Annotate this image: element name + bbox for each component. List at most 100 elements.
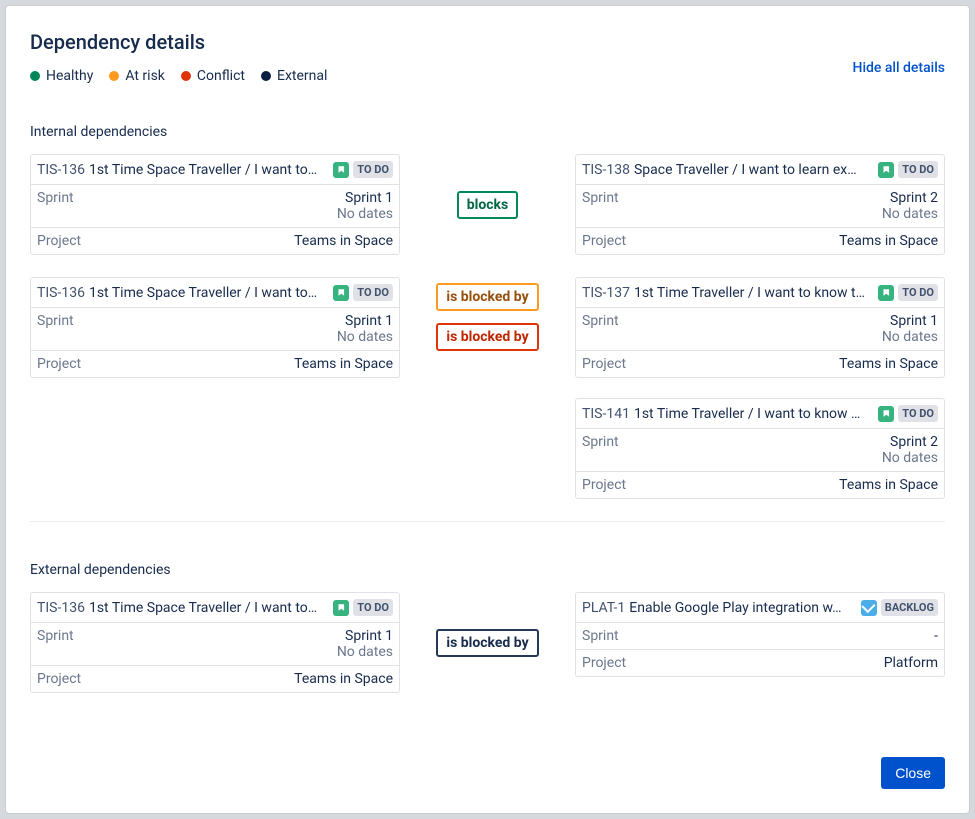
sprint-row: Sprint Sprint 2 No dates xyxy=(576,185,944,228)
task-icon xyxy=(861,600,877,616)
issue-card-left[interactable]: TIS-136 1st Time Space Traveller / I wan… xyxy=(30,154,400,255)
project-row: Project Teams in Space xyxy=(576,472,944,498)
connector: is blocked by xyxy=(400,277,575,317)
right-column: PLAT-1 Enable Google Play integration w…… xyxy=(575,592,945,677)
issue-key[interactable]: PLAT-1 xyxy=(582,600,625,616)
sprint-value: Sprint 1 No dates xyxy=(882,313,938,345)
project-value: Teams in Space xyxy=(839,233,938,249)
dot-healthy-icon xyxy=(30,71,40,81)
connector-column: is blocked by is blocked by xyxy=(400,277,575,357)
sprint-dates: No dates xyxy=(882,450,938,466)
issue-title: Space Traveller / I want to learn ex… xyxy=(634,162,874,178)
issue-card-right[interactable]: TIS-138 Space Traveller / I want to lear… xyxy=(575,154,945,255)
status-lozenge: TO DO xyxy=(898,284,938,301)
card-header: PLAT-1 Enable Google Play integration w…… xyxy=(576,593,944,623)
sprint-value: Sprint 2 No dates xyxy=(882,434,938,466)
issue-title: 1st Time Space Traveller / I want to… xyxy=(89,162,329,178)
card-header: TIS-141 1st Time Traveller / I want to k… xyxy=(576,399,944,429)
issue-card-right[interactable]: TIS-141 1st Time Traveller / I want to k… xyxy=(575,398,945,499)
project-row: Project Teams in Space xyxy=(576,351,944,377)
issue-card-left[interactable]: TIS-136 1st Time Space Traveller / I wan… xyxy=(30,277,400,378)
story-icon xyxy=(333,162,349,178)
issue-card-right[interactable]: PLAT-1 Enable Google Play integration w…… xyxy=(575,592,945,677)
project-label: Project xyxy=(582,477,626,493)
legend: Healthy At risk Conflict External xyxy=(30,68,327,84)
project-row: Project Platform xyxy=(576,650,944,676)
legend-conflict: Conflict xyxy=(181,68,245,84)
connector: blocks xyxy=(400,185,575,225)
sprint-label: Sprint xyxy=(582,313,619,345)
sprint-row: Sprint Sprint 2 No dates xyxy=(576,429,944,472)
story-icon xyxy=(878,406,894,422)
sprint-label: Sprint xyxy=(582,190,619,222)
dot-conflict-icon xyxy=(181,71,191,81)
external-section-title: External dependencies xyxy=(30,562,945,578)
project-value: Teams in Space xyxy=(294,671,393,687)
sprint-row: Sprint Sprint 1 No dates xyxy=(31,308,399,351)
story-icon xyxy=(878,162,894,178)
issue-key[interactable]: TIS-136 xyxy=(37,285,85,301)
card-header: TIS-137 1st Time Traveller / I want to k… xyxy=(576,278,944,308)
sprint-label: Sprint xyxy=(37,190,74,222)
issue-key[interactable]: TIS-136 xyxy=(37,162,85,178)
card-header: TIS-138 Space Traveller / I want to lear… xyxy=(576,155,944,185)
legend-conflict-label: Conflict xyxy=(197,68,245,84)
sprint-row: Sprint Sprint 1 No dates xyxy=(576,308,944,351)
modal-title: Dependency details xyxy=(30,30,327,54)
sprint-dates: No dates xyxy=(337,644,393,660)
dependency-row: TIS-136 1st Time Space Traveller / I wan… xyxy=(30,592,945,693)
card-body: Sprint Sprint 1 No dates Project Teams i… xyxy=(31,623,399,692)
sprint-value: Sprint 2 No dates xyxy=(882,190,938,222)
left-column: TIS-136 1st Time Space Traveller / I wan… xyxy=(30,277,400,378)
right-column: TIS-138 Space Traveller / I want to lear… xyxy=(575,154,945,255)
close-button[interactable]: Close xyxy=(881,757,945,789)
sprint-dates: No dates xyxy=(337,206,393,222)
sprint-row: Sprint Sprint 1 No dates xyxy=(31,185,399,228)
legend-healthy-label: Healthy xyxy=(46,68,93,84)
legend-at-risk-label: At risk xyxy=(125,68,165,84)
issue-key[interactable]: TIS-138 xyxy=(582,162,630,178)
card-body: Sprint Sprint 2 No dates Project Teams i… xyxy=(576,429,944,498)
card-header: TIS-136 1st Time Space Traveller / I wan… xyxy=(31,278,399,308)
issue-card-right[interactable]: TIS-137 1st Time Traveller / I want to k… xyxy=(575,277,945,378)
header-left: Dependency details Healthy At risk Confl… xyxy=(30,30,327,84)
story-icon xyxy=(333,285,349,301)
project-value: Teams in Space xyxy=(839,477,938,493)
project-label: Project xyxy=(37,233,81,249)
sprint-name: Sprint 1 xyxy=(345,628,393,644)
status-lozenge: BACKLOG xyxy=(881,599,938,616)
modal-body: Internal dependencies TIS-136 1st Time S… xyxy=(30,84,945,715)
card-body: Sprint Sprint 1 No dates Project Teams i… xyxy=(31,308,399,377)
card-body: Sprint Sprint 1 No dates Project Teams i… xyxy=(576,308,944,377)
story-icon xyxy=(333,600,349,616)
project-row: Project Teams in Space xyxy=(31,228,399,254)
section-divider xyxy=(30,521,945,522)
status-lozenge: TO DO xyxy=(353,599,393,616)
issue-key[interactable]: TIS-137 xyxy=(582,285,630,301)
project-label: Project xyxy=(582,233,626,249)
project-row: Project Teams in Space xyxy=(576,228,944,254)
modal-header: Dependency details Healthy At risk Confl… xyxy=(30,30,945,84)
status-lozenge: TO DO xyxy=(353,161,393,178)
sprint-dates: No dates xyxy=(882,206,938,222)
legend-external: External xyxy=(261,68,327,84)
issue-key[interactable]: TIS-136 xyxy=(37,600,85,616)
project-label: Project xyxy=(37,356,81,372)
dependency-details-modal: Dependency details Healthy At risk Confl… xyxy=(5,5,970,814)
project-value: Teams in Space xyxy=(839,356,938,372)
project-label: Project xyxy=(582,655,626,671)
project-value: Teams in Space xyxy=(294,356,393,372)
dependency-row: TIS-136 1st Time Space Traveller / I wan… xyxy=(30,277,945,499)
sprint-value: - xyxy=(934,628,938,644)
hide-all-details-link[interactable]: Hide all details xyxy=(853,60,945,76)
sprint-value: Sprint 1 No dates xyxy=(337,313,393,345)
legend-healthy: Healthy xyxy=(30,68,93,84)
issue-key[interactable]: TIS-141 xyxy=(582,406,630,422)
issue-title: Enable Google Play integration w… xyxy=(629,600,857,616)
issue-card-left[interactable]: TIS-136 1st Time Space Traveller / I wan… xyxy=(30,592,400,693)
connector: is blocked by xyxy=(400,623,575,663)
sprint-label: Sprint xyxy=(582,434,619,466)
sprint-name: Sprint 2 xyxy=(890,434,938,450)
sprint-label: Sprint xyxy=(37,628,74,660)
project-value: Platform xyxy=(884,655,938,671)
